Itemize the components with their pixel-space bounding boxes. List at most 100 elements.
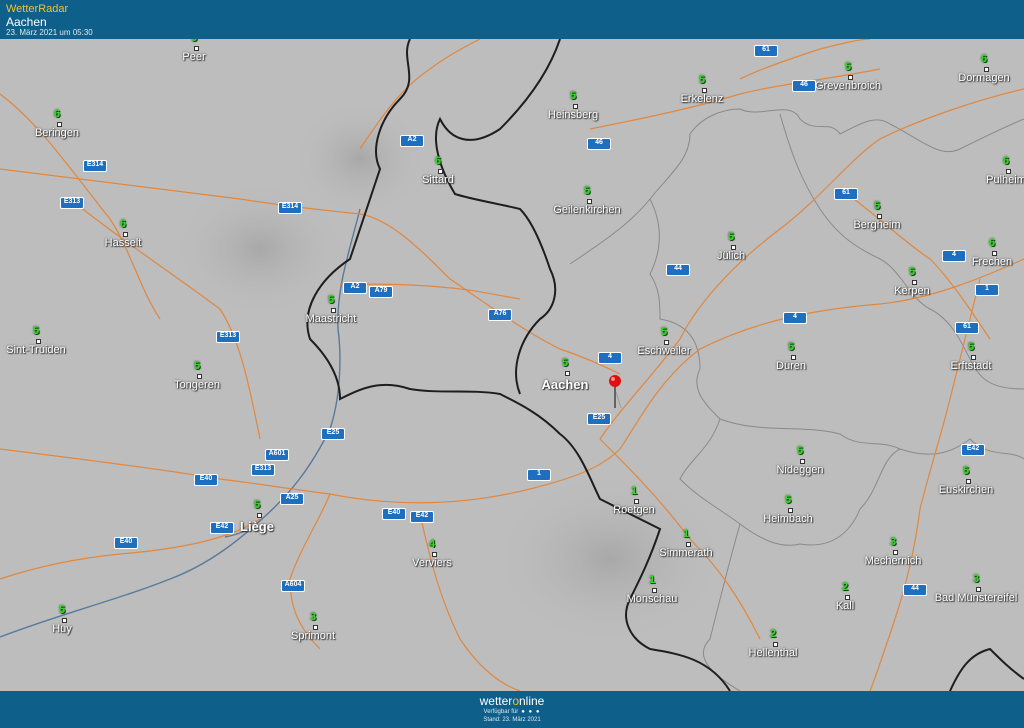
city-label: Tongeren	[174, 379, 220, 391]
city-marker[interactable]: 1 Roetgen	[574, 485, 694, 525]
city-value: 6	[980, 53, 988, 65]
road-sign: 1	[975, 284, 999, 296]
city-value: 5	[844, 61, 852, 73]
city-marker[interactable]: 5 Kerpen	[852, 266, 972, 306]
city-value: 5	[787, 341, 795, 353]
city-value: 5	[193, 360, 201, 372]
city-marker[interactable]: 5 Heimbach	[728, 494, 848, 534]
city-marker[interactable]: 5 Maastricht	[271, 294, 391, 334]
city-marker[interactable]: 6 Pulheim	[946, 155, 1024, 195]
city-marker[interactable]: 6 Dormagen	[924, 53, 1024, 93]
road-sign: 61	[754, 45, 778, 57]
city-label: Jülich	[716, 250, 746, 262]
road-sign: A601	[265, 449, 289, 461]
road-sign: 4	[598, 352, 622, 364]
brand-title: WetterRadar	[6, 3, 69, 15]
city-marker[interactable]: 5 Erkelenz	[642, 74, 762, 114]
city-label: Roetgen	[613, 504, 655, 516]
city-value: 2	[841, 581, 849, 593]
city-marker[interactable]: 5 Peer	[134, 39, 254, 72]
city-label: Erkelenz	[680, 93, 724, 105]
city-marker[interactable]: 6 Sittard	[378, 155, 498, 195]
city-value: 6	[53, 108, 61, 120]
city-value: 5	[583, 185, 591, 197]
city-marker[interactable]: 2 Hellenthal	[713, 628, 833, 668]
city-marker[interactable]: 5 Geilenkirchen	[527, 185, 647, 225]
city-marker[interactable]: 2 Kall	[785, 581, 905, 621]
road-sign: E25	[321, 428, 345, 440]
city-marker[interactable]: 3 Sprimont	[253, 611, 373, 651]
city-value: 5	[873, 200, 881, 212]
city-label: Sint-Truiden	[6, 344, 66, 356]
road-sign: E40	[382, 508, 406, 520]
city-value: 5	[569, 90, 577, 102]
city-label: Pulheim	[986, 174, 1024, 186]
road-sign: E42	[961, 444, 985, 456]
location-pin-icon[interactable]	[607, 374, 623, 410]
road-sign: 46	[792, 80, 816, 92]
city-marker[interactable]: 5 Huy	[2, 604, 122, 644]
road-sign: E314	[83, 160, 107, 172]
road-sign: A2	[343, 282, 367, 294]
city-marker[interactable]: 6 Beringen	[0, 108, 117, 148]
city-label: Geilenkirchen	[553, 204, 621, 216]
brand-logo[interactable]: wetteronline	[0, 694, 1024, 708]
city-marker[interactable]: 4 Verviers	[372, 538, 492, 578]
road-sign: E314	[278, 202, 302, 214]
road-sign: E42	[210, 522, 234, 534]
city-marker[interactable]: 5 Düren	[731, 341, 851, 381]
city-label: Bad Münstereifel	[934, 592, 1018, 604]
city-label: Heinsberg	[547, 109, 599, 121]
radar-map[interactable]: 5 Peer 6 Beringen 6 Hasselt 5 Sint-Truiden 5 Tong…	[0, 39, 1024, 691]
city-marker[interactable]: 6 Hasselt	[63, 218, 183, 258]
road-sign: 1	[527, 469, 551, 481]
city-label: Heimbach	[763, 513, 813, 525]
city-marker[interactable]: 5 Sint-Truiden	[0, 325, 96, 365]
road-sign: 44	[666, 264, 690, 276]
city-value: 1	[682, 528, 690, 540]
road-sign: E313	[251, 464, 275, 476]
city-marker[interactable]: 5 Eschweiler	[604, 326, 724, 366]
city-dot	[257, 513, 262, 518]
road-sign: A76	[488, 309, 512, 321]
city-label: Beringen	[34, 127, 80, 139]
city-value: 5	[967, 341, 975, 353]
city-label: Huy	[52, 623, 72, 635]
city-value: 4	[428, 538, 436, 550]
road-sign: 4	[783, 312, 807, 324]
stand-text: Stand: 23. März 2021	[483, 717, 541, 723]
city-value: 5	[58, 604, 66, 616]
city-marker[interactable]: 5 Tongeren	[137, 360, 257, 400]
city-value: 6	[119, 218, 127, 230]
city-value: 3	[889, 536, 897, 548]
city-marker[interactable]: 5 Heinsberg	[513, 90, 633, 130]
city-value: 5	[327, 294, 335, 306]
city-value: 5	[908, 266, 916, 278]
city-marker[interactable]: 1 Simmerath	[626, 528, 746, 568]
city-marker[interactable]: 5 Bergheim	[817, 200, 937, 240]
city-marker[interactable]: 3 Bad Münstereifel	[916, 573, 1024, 613]
city-label: Erftstadt	[950, 360, 992, 372]
city-marker[interactable]: 5 Nideggen	[740, 445, 860, 485]
city-value: 1	[648, 574, 656, 586]
city-label: Monschau	[626, 593, 678, 605]
city-value: 5	[962, 465, 970, 477]
city-marker[interactable]: 3 Mechernich	[833, 536, 953, 576]
road-sign: 46	[587, 138, 611, 150]
road-sign: 44	[903, 584, 927, 596]
city-value: 6	[1002, 155, 1010, 167]
city-marker[interactable]: 5 Euskirchen	[906, 465, 1024, 505]
city-value: 6	[434, 155, 442, 167]
city-value: 3	[972, 573, 980, 585]
road-sign: E313	[60, 197, 84, 209]
road-sign: E313	[216, 331, 240, 343]
city-value: 5	[561, 357, 569, 369]
city-label: Kerpen	[894, 285, 930, 297]
header-bar: WetterRadar Aachen 23. März 2021 um 05:3…	[0, 0, 1024, 39]
city-label: Verviers	[412, 557, 452, 569]
city-label: Hasselt	[104, 237, 142, 249]
city-label: Euskirchen	[938, 484, 994, 496]
city-marker[interactable]: 1 Monschau	[592, 574, 712, 614]
city-marker[interactable]: 5 Erftstadt	[911, 341, 1024, 381]
city-value: 2	[769, 628, 777, 640]
